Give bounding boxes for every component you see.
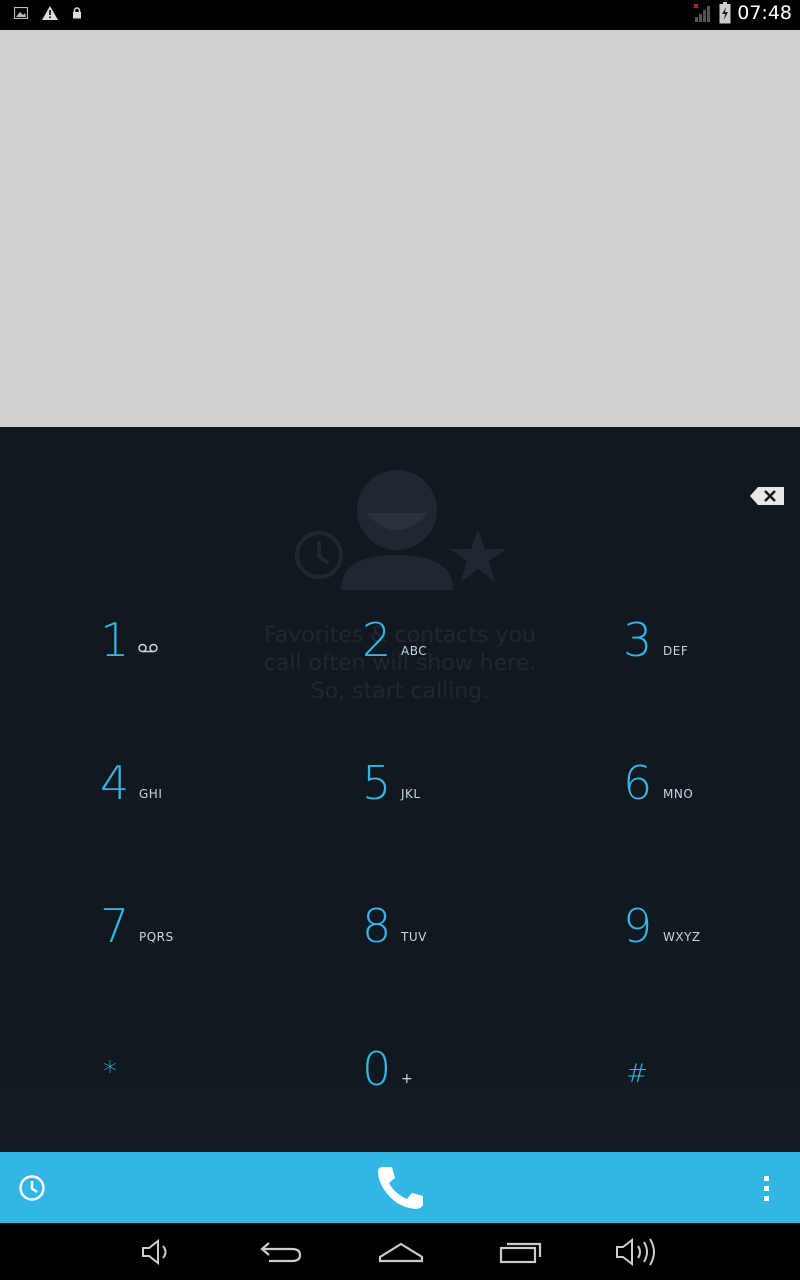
dialpad-panel: Favorites & contacts you call often will… — [0, 427, 800, 1152]
contact-avatar-icon — [341, 470, 453, 590]
navigation-bar — [0, 1223, 800, 1280]
status-right-icons: 07:48 — [693, 2, 792, 24]
key-digit: 6 — [623, 756, 653, 810]
backspace-button[interactable] — [750, 487, 784, 505]
key-digit: 5 — [362, 756, 392, 810]
status-left-icons — [14, 6, 82, 20]
key-letters: PQRS — [139, 930, 174, 944]
key-letters: WXYZ — [663, 930, 701, 944]
dialpad-key-5[interactable]: 5 JKL — [362, 758, 624, 898]
volume-down-button[interactable] — [131, 1233, 181, 1271]
dialpad-key-6[interactable]: 6 MNO — [623, 758, 800, 898]
key-digit: 2 — [362, 613, 392, 667]
status-bar: 07:48 — [0, 0, 800, 30]
star-icon — [450, 530, 506, 582]
warning-icon — [42, 6, 58, 20]
back-button[interactable] — [256, 1233, 306, 1271]
image-notification-icon — [14, 7, 28, 19]
key-digit: 0 — [362, 1042, 392, 1096]
recent-apps-button[interactable] — [496, 1233, 546, 1271]
call-button[interactable] — [375, 1164, 427, 1212]
key-digit: 7 — [100, 899, 130, 953]
key-letters: JKL — [401, 787, 421, 801]
call-history-icon — [19, 1175, 45, 1201]
dialpad-key-3[interactable]: 3 DEF — [623, 615, 800, 755]
battery-charging-icon — [719, 2, 731, 24]
status-clock: 07:48 — [737, 2, 792, 24]
dialpad-key-8[interactable]: 8 TUV — [362, 901, 624, 1041]
dialpad-key-star[interactable]: * — [103, 1047, 365, 1152]
key-digit: 4 — [100, 756, 130, 810]
key-letters: ABC — [401, 644, 428, 658]
dialpad-key-7[interactable]: 7 PQRS — [100, 901, 362, 1041]
voicemail-icon — [138, 643, 158, 653]
dialpad-key-1[interactable]: 1 — [100, 615, 362, 755]
volume-up-button[interactable] — [611, 1233, 661, 1271]
key-digit: * — [103, 1055, 117, 1088]
key-letters: + — [401, 1071, 414, 1087]
overflow-menu-button[interactable] — [756, 1174, 776, 1204]
key-digit: # — [626, 1059, 648, 1089]
home-button[interactable] — [376, 1233, 426, 1271]
back-icon — [260, 1242, 302, 1263]
volume-down-icon — [142, 1239, 167, 1265]
dialpad-key-2[interactable]: 2 ABC — [362, 615, 624, 755]
dialpad-key-4[interactable]: 4 GHI — [100, 758, 362, 898]
lock-icon — [73, 7, 81, 19]
dialpad-key-hash[interactable]: # — [626, 1049, 800, 1152]
key-letters: MNO — [663, 787, 694, 801]
key-letters: DEF — [663, 644, 689, 658]
dialer-action-bar — [0, 1152, 800, 1223]
key-digit: 9 — [623, 899, 653, 953]
key-digit: 3 — [623, 613, 653, 667]
phone-call-icon — [378, 1167, 423, 1209]
signal-no-service-icon — [693, 3, 711, 22]
overflow-menu-icon — [764, 1176, 769, 1201]
dialpad-key-9[interactable]: 9 WXYZ — [623, 901, 800, 1041]
key-digit: 8 — [362, 899, 392, 953]
key-letters: TUV — [401, 930, 427, 944]
key-digit: 1 — [100, 613, 130, 667]
favorites-panel — [0, 30, 800, 427]
volume-up-icon — [616, 1237, 655, 1267]
key-letters: GHI — [139, 787, 163, 801]
call-history-button[interactable] — [18, 1174, 48, 1204]
home-icon — [378, 1242, 424, 1263]
recent-apps-icon — [499, 1242, 542, 1264]
backspace-icon — [750, 487, 784, 505]
dialpad-key-0[interactable]: 0 + — [362, 1044, 624, 1152]
